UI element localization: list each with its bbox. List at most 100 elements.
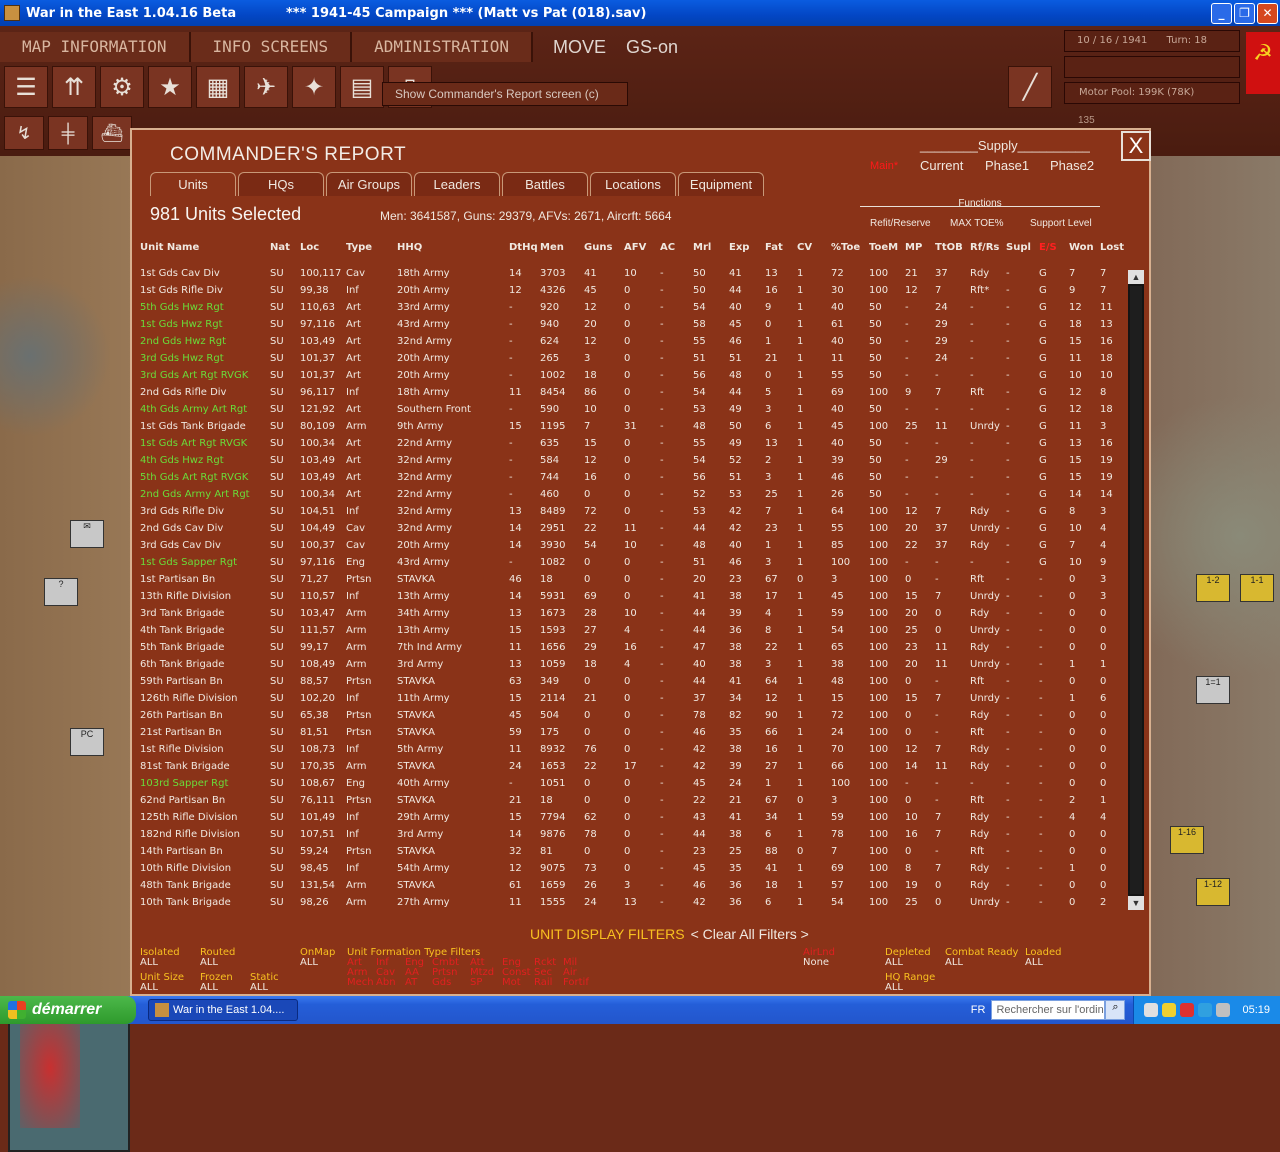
filter-routed[interactable]: Routed ALL (200, 948, 235, 968)
star-icon[interactable]: ★ (148, 66, 192, 108)
antivirus-icon[interactable] (1180, 1003, 1195, 1017)
filter-onmap[interactable]: OnMap ALL (300, 948, 335, 968)
scroll-thumb[interactable] (1130, 286, 1142, 894)
table-row[interactable]: 125th Rifle Division SU 101,49 Inf 29th Army… (140, 812, 1122, 829)
table-row[interactable]: 13th Rifle Division SU 110,57 Inf 13th Army 1… (140, 591, 1122, 608)
gs-toggle[interactable]: GS-on (626, 37, 678, 58)
maximize-button[interactable]: ❐ (1234, 2, 1255, 24)
column-header[interactable]: ToeM (869, 242, 898, 253)
column-header[interactable]: Fat (765, 242, 783, 253)
unit-counter[interactable]: 1-2 (1196, 574, 1230, 602)
search-input[interactable]: Rechercher sur l'ordinateur (991, 1000, 1106, 1020)
filter-formation-type[interactable]: Art Arm Mech (347, 958, 374, 988)
path-icon[interactable]: ↯ (4, 116, 44, 150)
report-icon[interactable]: ▤ (340, 66, 384, 108)
filter-formation-type[interactable]: Mil Air Fortif (563, 958, 589, 988)
factory-icon[interactable]: ▦ (196, 66, 240, 108)
column-header[interactable]: DtHq (509, 242, 538, 253)
search-icon[interactable]: ⌕ (1105, 1000, 1126, 1020)
table-row[interactable]: 2nd Gds Cav Div SU 104,49 Cav 32nd Army 14 295… (140, 523, 1122, 540)
column-header[interactable]: MP (905, 242, 922, 253)
unit-counter[interactable]: ? (44, 578, 78, 606)
units-icon[interactable]: ⇈ (52, 66, 96, 108)
table-row[interactable]: 5th Gds Hwz Rgt SU 110,63 Art 33rd Army - 920 1… (140, 302, 1122, 319)
table-row[interactable]: 182nd Rifle Division SU 107,51 Inf 3rd Army 1… (140, 829, 1122, 846)
tab-locations[interactable]: Locations (590, 172, 676, 196)
table-row[interactable]: 5th Gds Art Rgt RVGK SU 103,49 Art 32nd Army… (140, 472, 1122, 489)
table-row[interactable]: 26th Partisan Bn SU 65,38 Prtsn STAVKA 45 504 0… (140, 710, 1122, 727)
filter-unit-size[interactable]: Unit Size ALL (140, 973, 184, 993)
filter-formation-type[interactable]: Rckt Sec Rail (534, 958, 556, 988)
supply-phase2-option[interactable]: Phase2 (1050, 158, 1094, 173)
satellite-icon[interactable]: ✦ (292, 66, 336, 108)
column-header[interactable]: Guns (584, 242, 612, 253)
supply-current-option[interactable]: Current (920, 158, 963, 173)
tab-leaders[interactable]: Leaders (414, 172, 500, 196)
start-button[interactable]: démarrer (0, 996, 136, 1024)
tab-hqs[interactable]: HQs (238, 172, 324, 196)
filter-hq-range[interactable]: HQ Range ALL (885, 973, 935, 993)
table-row[interactable]: 103rd Sapper Rgt SU 108,67 Eng 40th Army - 105… (140, 778, 1122, 795)
table-row[interactable]: 6th Tank Brigade SU 108,49 Arm 3rd Army 13 105… (140, 659, 1122, 676)
unit-counter[interactable]: 1-12 (1196, 878, 1230, 906)
language-indicator[interactable]: FR (971, 1004, 986, 1016)
tab-units[interactable]: Units (150, 172, 236, 196)
filter-frozen[interactable]: Frozen ALL (200, 973, 233, 993)
table-row[interactable]: 4th Gds Army Art Rgt SU 121,92 Art Southern … (140, 404, 1122, 421)
supply-phase1-option[interactable]: Phase1 (985, 158, 1029, 173)
table-row[interactable]: 81st Tank Brigade SU 170,35 Arm STAVKA 24 1653… (140, 761, 1122, 778)
table-row[interactable]: 1st Gds Art Rgt RVGK SU 100,34 Art 22nd Army… (140, 438, 1122, 455)
units-table[interactable]: 1st Gds Cav Div SU 100,117 Cav 18th Army 14 37… (140, 268, 1122, 914)
tab-battles[interactable]: Battles (502, 172, 588, 196)
filter-isolated[interactable]: Isolated ALL (140, 948, 180, 968)
mode-move[interactable]: MOVE (553, 37, 606, 58)
table-row[interactable]: 3rd Gds Hwz Rgt SU 101,37 Art 20th Army - 265 3… (140, 353, 1122, 370)
filter-formation-type[interactable]: Eng Const Mot (502, 958, 531, 988)
table-row[interactable]: 2nd Gds Rifle Div SU 96,117 Inf 18th Army 11 8… (140, 387, 1122, 404)
column-header[interactable]: Mrl (693, 242, 711, 253)
unit-counter[interactable]: PC (70, 728, 104, 756)
menu-map-information[interactable]: MAP INFORMATION (0, 32, 191, 62)
column-header[interactable]: TtOB (935, 242, 963, 253)
column-header[interactable]: Lost (1100, 242, 1124, 253)
volume-icon[interactable] (1216, 1003, 1231, 1017)
table-row[interactable]: 3rd Gds Rifle Div SU 104,51 Inf 32nd Army 13 8… (140, 506, 1122, 523)
table-row[interactable]: 4th Tank Brigade SU 111,57 Arm 13th Army 15 15… (140, 625, 1122, 642)
column-header[interactable]: Nat (270, 242, 290, 253)
tab-air-groups[interactable]: Air Groups (326, 172, 412, 196)
unit-counter[interactable]: 1-16 (1170, 826, 1204, 854)
column-header[interactable]: E/S (1039, 242, 1057, 253)
minimize-button[interactable]: _ (1211, 2, 1232, 24)
scroll-up-icon[interactable]: ▲ (1128, 270, 1144, 284)
gear-icon[interactable]: ⚙ (100, 66, 144, 108)
table-row[interactable]: 3rd Gds Cav Div SU 100,37 Cav 20th Army 14 393… (140, 540, 1122, 557)
menu-administration[interactable]: ADMINISTRATION (352, 32, 533, 62)
table-row[interactable]: 21st Partisan Bn SU 81,51 Prtsn STAVKA 59 175 0… (140, 727, 1122, 744)
table-row[interactable]: 1st Rifle Division SU 108,73 Inf 5th Army 11 8… (140, 744, 1122, 761)
table-row[interactable]: 1st Partisan Bn SU 71,27 Prtsn STAVKA 46 18 0 0 -… (140, 574, 1122, 591)
filter-depleted[interactable]: Depleted ALL (885, 948, 931, 968)
shield-icon[interactable] (1162, 1003, 1177, 1017)
close-report-button[interactable]: X (1121, 131, 1151, 161)
column-header[interactable]: HHQ (397, 242, 422, 253)
table-row[interactable]: 14th Partisan Bn SU 59,24 Prtsn STAVKA 32 81 0 0… (140, 846, 1122, 863)
table-row[interactable]: 1st Gds Cav Div SU 100,117 Cav 18th Army 14 37… (140, 268, 1122, 285)
column-header[interactable]: Won (1069, 242, 1094, 253)
column-header[interactable]: Type (346, 242, 372, 253)
air-icon[interactable]: ✈ (244, 66, 288, 108)
column-header[interactable]: Loc (300, 242, 319, 253)
scroll-down-icon[interactable]: ▼ (1128, 896, 1144, 910)
column-header[interactable]: %Toe (831, 242, 860, 253)
table-row[interactable]: 5th Tank Brigade SU 99,17 Arm 7th Ind Army 11… (140, 642, 1122, 659)
close-window-button[interactable]: ✕ (1257, 2, 1278, 24)
table-row[interactable]: 1st Gds Tank Brigade SU 80,109 Arm 9th Army 1… (140, 421, 1122, 438)
unit-counter[interactable]: 1=1 (1196, 676, 1230, 704)
pencil-icon[interactable]: ╱ (1008, 66, 1052, 108)
menu-info-screens[interactable]: INFO SCREENS (190, 32, 353, 62)
filter-formation-type[interactable]: Cmbt Prtsn Gds (432, 958, 459, 988)
column-header[interactable]: AFV (624, 242, 646, 253)
table-row[interactable]: 1st Gds Hwz Rgt SU 97,116 Art 43rd Army - 940 2… (140, 319, 1122, 336)
table-scrollbar[interactable]: ▲ ▼ (1128, 270, 1144, 910)
ship-icon[interactable]: ⛴ (92, 116, 132, 150)
column-header[interactable]: CV (797, 242, 812, 253)
